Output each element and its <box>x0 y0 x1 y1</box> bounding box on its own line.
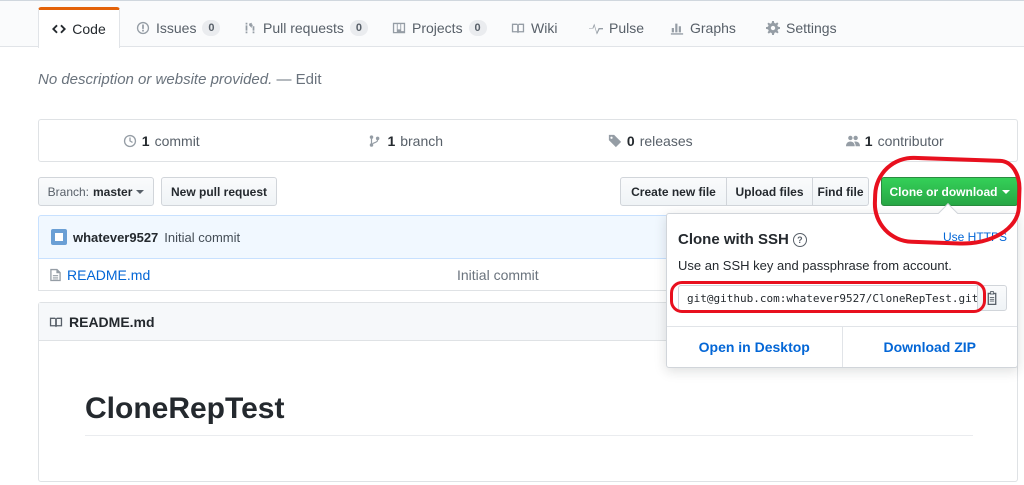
tab-code[interactable]: Code <box>38 7 120 48</box>
branch-prefix: Branch: <box>47 184 89 199</box>
tab-label: Code <box>72 21 106 37</box>
projects-count: 0 <box>468 19 487 36</box>
avatar[interactable] <box>51 229 67 245</box>
graph-icon <box>670 23 684 35</box>
gear-icon <box>766 20 780 35</box>
releases-count: 0 <box>626 132 635 149</box>
clone-or-download-button[interactable]: Clone or download <box>881 177 1018 206</box>
contributors-label: contributor <box>877 132 944 149</box>
people-icon <box>845 135 860 146</box>
create-new-file-button[interactable]: Create new file <box>620 177 727 206</box>
clipboard-icon <box>987 291 997 305</box>
repo-description: No description or website provided. — Ed… <box>38 71 322 88</box>
releases-label: releases <box>639 132 693 149</box>
commits-count: 1 <box>141 132 150 149</box>
edit-description-link[interactable]: Edit <box>296 71 322 88</box>
open-in-desktop-button[interactable]: Open in Desktop <box>667 327 843 367</box>
tab-label: Graphs <box>690 19 736 36</box>
readme-title: CloneRepTest <box>85 392 973 436</box>
tab-projects[interactable]: Projects 0 <box>392 8 487 47</box>
contributors-link[interactable]: 1 contributor <box>773 120 1018 161</box>
tab-label: Settings <box>786 19 837 36</box>
find-file-button[interactable]: Find file <box>812 177 869 206</box>
contributors-count: 1 <box>864 132 873 149</box>
readme-header-title: README.md <box>69 313 155 330</box>
tab-graphs[interactable]: Graphs <box>670 8 736 47</box>
tab-wiki[interactable]: Wiki <box>511 8 557 47</box>
tab-label: Wiki <box>531 19 558 36</box>
history-icon <box>123 134 136 147</box>
file-name-link[interactable]: README.md <box>67 267 150 283</box>
copy-to-clipboard-button[interactable] <box>977 285 1007 311</box>
pull-requests-count: 0 <box>349 19 368 36</box>
clone-title-text: Clone with SSH <box>678 231 789 248</box>
chevron-down-icon <box>136 189 145 194</box>
chevron-down-icon <box>1001 189 1010 194</box>
popover-arrow <box>938 203 958 223</box>
issue-icon <box>136 21 150 34</box>
repo-summary: 1 commit 1 branch 0 releases 1 contribut… <box>38 119 1018 162</box>
download-zip-button[interactable]: Download ZIP <box>843 327 1018 367</box>
branches-link[interactable]: 1 branch <box>284 120 529 161</box>
repo-nav: Code Issues 0 Pull requests 0 Projects 0… <box>0 0 1024 48</box>
help-icon[interactable]: ? <box>792 232 807 247</box>
tab-label: Projects <box>412 19 463 36</box>
description-text: No description or website provided. <box>38 71 273 88</box>
book-icon <box>49 317 63 327</box>
clone-popover-footer: Open in Desktop Download ZIP <box>667 326 1017 367</box>
releases-link[interactable]: 0 releases <box>528 120 773 161</box>
tag-icon <box>608 134 622 147</box>
tab-pulse[interactable]: Pulse <box>589 8 644 47</box>
clone-popover-title: Clone with SSH ? <box>678 231 807 248</box>
clone-description: Use an SSH key and passphrase from accou… <box>678 258 952 273</box>
commit-message[interactable]: Initial commit <box>164 230 240 245</box>
new-pull-request-button[interactable]: New pull request <box>161 177 277 206</box>
use-https-link[interactable]: Use HTTPS <box>943 230 1007 244</box>
branch-icon <box>370 134 380 147</box>
tab-label: Pull requests <box>263 19 344 36</box>
commits-label: commit <box>154 132 200 149</box>
branches-label: branch <box>400 132 444 149</box>
tab-label: Pulse <box>609 19 645 36</box>
pulse-icon <box>589 23 603 35</box>
branch-select-button[interactable]: Branch: master <box>38 177 154 206</box>
file-commit-message[interactable]: Initial commit <box>457 267 539 283</box>
project-icon <box>392 22 406 33</box>
commits-link[interactable]: 1 commit <box>39 120 284 161</box>
upload-files-button[interactable]: Upload files <box>726 177 813 206</box>
code-icon <box>52 24 67 34</box>
tab-label: Issues <box>156 19 197 36</box>
nav-top-border <box>0 0 1024 1</box>
clone-button-label: Clone or download <box>889 184 998 199</box>
clone-url-input[interactable]: git@github.com:whatever9527/CloneRepTest… <box>678 285 978 311</box>
commit-author[interactable]: whatever9527 <box>73 230 158 245</box>
branch-name: master <box>93 184 133 199</box>
file-icon <box>50 268 61 281</box>
tab-pull-requests[interactable]: Pull requests 0 <box>243 8 368 47</box>
tab-issues[interactable]: Issues 0 <box>136 8 221 47</box>
book-icon <box>511 23 525 33</box>
branches-count: 1 <box>387 132 396 149</box>
description-separator: — <box>276 71 292 88</box>
pull-request-icon <box>245 22 255 33</box>
issues-count: 0 <box>202 19 221 36</box>
tab-settings[interactable]: Settings <box>766 8 837 47</box>
clone-popover: Clone with SSH ? Use HTTPS Use an SSH ke… <box>666 203 1018 368</box>
file-actions-group: Create new file Upload files Find file <box>620 177 869 206</box>
